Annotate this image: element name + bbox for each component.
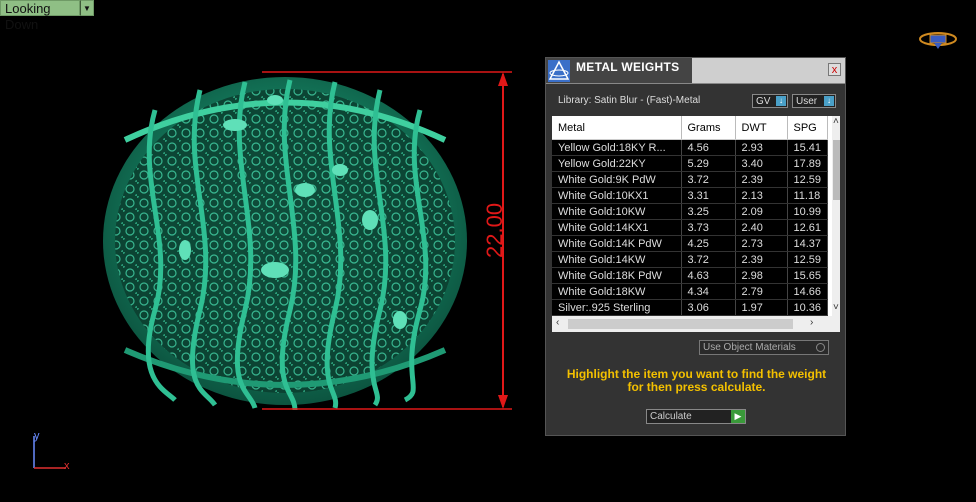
table-cell: 2.39: [735, 251, 788, 268]
unit-select[interactable]: GV ↓: [752, 94, 788, 108]
calculate-label: Calculate: [650, 411, 692, 422]
table-cell: 12.61: [787, 219, 829, 236]
table-row[interactable]: White Gold:14KX1 3.73 2.40 12.61: [552, 219, 829, 236]
table-cell: 3.40: [735, 155, 788, 172]
table-cell: Yellow Gold:22KY: [552, 155, 682, 172]
table-cell: 10.99: [787, 203, 829, 220]
table-row[interactable]: Yellow Gold:22KY 5.29 3.40 17.89: [552, 155, 829, 172]
chevron-down-icon[interactable]: ▼: [80, 0, 94, 16]
close-button[interactable]: x: [828, 63, 841, 76]
table-cell: 5.29: [681, 155, 736, 172]
chevron-left-icon[interactable]: ‹: [556, 317, 559, 328]
table-row[interactable]: Yellow Gold:18KY R... 4.56 2.93 15.41: [552, 139, 829, 156]
table-cell: White Gold:14KX1: [552, 219, 682, 236]
table-cell: 4.56: [681, 139, 736, 156]
column-header[interactable]: Metal: [552, 116, 682, 140]
ring-model-render: [103, 77, 467, 411]
table-cell: Yellow Gold:18KY R...: [552, 139, 682, 156]
table-cell: 2.09: [735, 203, 788, 220]
radio-icon[interactable]: [816, 343, 825, 352]
metal-weights-panel: METAL WEIGHTS x Library: Satin Blur - (F…: [545, 57, 846, 436]
table-cell: 3.25: [681, 203, 736, 220]
table-row[interactable]: White Gold:10KW 3.25 2.09 10.99: [552, 203, 829, 220]
view-selector-label[interactable]: Looking Down: [0, 0, 80, 32]
scroll-thumb[interactable]: [833, 140, 840, 200]
table-row[interactable]: White Gold:14K PdW 4.25 2.73 14.37: [552, 235, 829, 252]
table-cell: White Gold:14K PdW: [552, 235, 682, 252]
instruction-text: Highlight the item you want to find the …: [566, 367, 827, 394]
table-cell: 11.18: [787, 187, 829, 204]
column-header[interactable]: DWT: [735, 116, 788, 140]
table-cell: 14.37: [787, 235, 829, 252]
table-cell: 17.89: [787, 155, 829, 172]
table-row[interactable]: White Gold:18KW 4.34 2.79 14.66: [552, 283, 829, 300]
column-header[interactable]: SPG: [787, 116, 829, 140]
table-cell: 4.25: [681, 235, 736, 252]
table-cell: White Gold:18K PdW: [552, 267, 682, 284]
table-cell: 15.65: [787, 267, 829, 284]
scroll-thumb[interactable]: [568, 319, 793, 329]
calculate-button[interactable]: Calculate ▶: [646, 409, 746, 424]
table-cell: 2.73: [735, 235, 788, 252]
panel-titlebar[interactable]: METAL WEIGHTS x: [546, 58, 845, 84]
table-cell: 12.59: [787, 171, 829, 188]
source-select-value: User: [796, 96, 818, 107]
table-header-row: Metal Grams DWT SPG: [552, 116, 829, 140]
axis-y-label: y: [34, 430, 40, 442]
table-cell: White Gold:14KW: [552, 251, 682, 268]
unit-select-value: GV: [756, 96, 771, 107]
table-cell: 2.13: [735, 187, 788, 204]
chevron-down-icon[interactable]: ↓: [776, 96, 786, 106]
table-cell: 12.59: [787, 251, 829, 268]
table-cell: White Gold:9K PdW: [552, 171, 682, 188]
table-row[interactable]: White Gold:9K PdW 3.72 2.39 12.59: [552, 171, 829, 188]
chevron-down-icon[interactable]: ↓: [824, 96, 834, 106]
table-cell: White Gold:10KX1: [552, 187, 682, 204]
table-cell: 2.93: [735, 139, 788, 156]
table-cell: 3.73: [681, 219, 736, 236]
table-cell: 2.40: [735, 219, 788, 236]
table-cell: 15.41: [787, 139, 829, 156]
chevron-up-icon[interactable]: ˄: [833, 116, 839, 127]
table-cell: 4.34: [681, 283, 736, 300]
use-object-materials-label: Use Object Materials: [703, 342, 796, 353]
table-row[interactable]: Silver:.925 Sterling 3.06 1.97 10.36: [552, 299, 829, 316]
app-logo-icon: [919, 32, 957, 49]
table-cell: Silver:.925 Sterling: [552, 299, 682, 316]
table-cell: 4.63: [681, 267, 736, 284]
horizontal-scrollbar[interactable]: ‹ ›: [552, 316, 840, 332]
table-cell: 2.39: [735, 171, 788, 188]
use-object-materials-toggle[interactable]: Use Object Materials: [699, 340, 829, 355]
table-cell: 3.31: [681, 187, 736, 204]
table-cell: 3.72: [681, 171, 736, 188]
metal-table[interactable]: Metal Grams DWT SPG Yellow Gold:18KY R..…: [552, 116, 840, 332]
vertical-scrollbar[interactable]: ˄ ˅: [832, 116, 840, 316]
source-select[interactable]: User ↓: [792, 94, 836, 108]
table-cell: 14.66: [787, 283, 829, 300]
table-cell: 3.72: [681, 251, 736, 268]
panel-title: METAL WEIGHTS: [576, 60, 680, 74]
table-cell: 1.97: [735, 299, 788, 316]
table-row[interactable]: White Gold:10KX1 3.31 2.13 11.18: [552, 187, 829, 204]
table-row[interactable]: White Gold:14KW 3.72 2.39 12.59: [552, 251, 829, 268]
table-row[interactable]: White Gold:18K PdW 4.63 2.98 15.65: [552, 267, 829, 284]
table-cell: 10.36: [787, 299, 829, 316]
table-cell: 2.98: [735, 267, 788, 284]
library-label: Library: Satin Blur - (Fast)-Metal: [558, 95, 701, 106]
table-cell: 2.79: [735, 283, 788, 300]
play-icon[interactable]: ▶: [731, 410, 745, 423]
view-selector[interactable]: Looking Down ▼: [0, 0, 94, 32]
table-cell: 3.06: [681, 299, 736, 316]
dimension-value: 22.00: [482, 202, 507, 258]
table-cell: White Gold:18KW: [552, 283, 682, 300]
column-header[interactable]: Grams: [681, 116, 736, 140]
chevron-right-icon[interactable]: ›: [810, 317, 813, 328]
axis-x-label: x: [64, 460, 70, 472]
app-logo-icon: [548, 60, 570, 82]
chevron-down-icon[interactable]: ˅: [833, 302, 839, 313]
table-cell: White Gold:10KW: [552, 203, 682, 220]
